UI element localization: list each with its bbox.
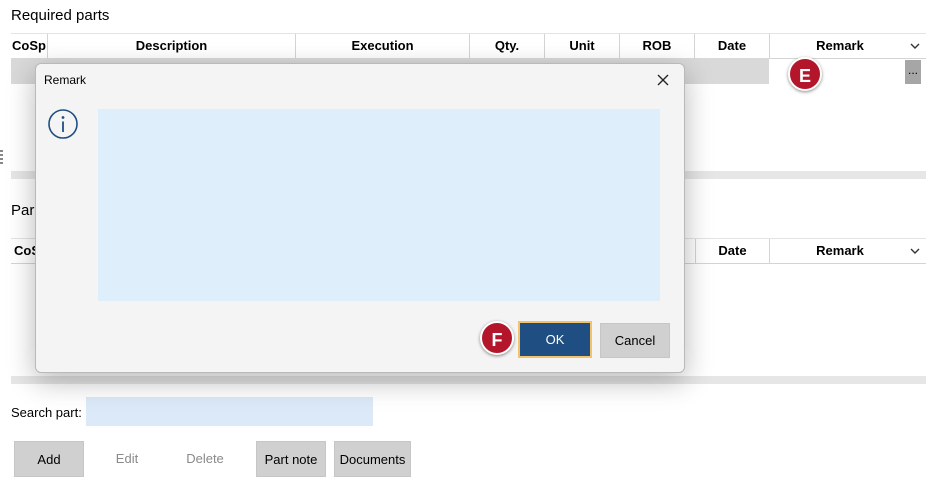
part-note-button[interactable]: Part note bbox=[256, 441, 326, 477]
splitter-grip-icon[interactable] bbox=[0, 150, 3, 164]
column-header-date[interactable]: Date bbox=[695, 239, 770, 263]
edit-button[interactable]: Edit bbox=[92, 441, 162, 477]
chevron-down-icon[interactable] bbox=[908, 39, 922, 53]
delete-button[interactable]: Delete bbox=[170, 441, 240, 477]
remark-text-area[interactable] bbox=[98, 109, 660, 301]
remark-dialog: Remark OK Cancel bbox=[35, 63, 685, 373]
remark-ellipsis-button[interactable]: ... bbox=[905, 60, 921, 84]
callout-badge-e: E bbox=[788, 57, 822, 91]
parts-section-title: Par bbox=[11, 202, 35, 219]
info-icon bbox=[48, 109, 78, 139]
search-part-label: Search part: bbox=[11, 405, 82, 420]
column-header-description[interactable]: Description bbox=[48, 34, 296, 58]
chevron-down-icon[interactable] bbox=[908, 244, 922, 258]
section-splitter[interactable] bbox=[11, 376, 926, 384]
required-parts-header: CoSp Description Execution Qty. Unit ROB… bbox=[11, 33, 926, 59]
column-header-rob[interactable]: ROB bbox=[620, 34, 695, 58]
column-header-unit[interactable]: Unit bbox=[545, 34, 620, 58]
column-header-remark[interactable]: Remark bbox=[770, 239, 910, 263]
column-header-date[interactable]: Date bbox=[695, 34, 770, 58]
column-header-qty[interactable]: Qty. bbox=[470, 34, 545, 58]
close-icon[interactable] bbox=[654, 71, 672, 89]
documents-button[interactable]: Documents bbox=[334, 441, 411, 477]
add-button[interactable]: Add bbox=[14, 441, 84, 477]
column-header-cosp[interactable]: CoSp bbox=[11, 34, 48, 58]
column-header-execution[interactable]: Execution bbox=[296, 34, 470, 58]
callout-badge-f: F bbox=[480, 321, 514, 355]
search-part-input[interactable] bbox=[86, 397, 373, 426]
column-header-remark[interactable]: Remark bbox=[770, 34, 910, 58]
dialog-title: Remark bbox=[44, 73, 87, 87]
cancel-button[interactable]: Cancel bbox=[600, 323, 670, 358]
required-parts-title: Required parts bbox=[11, 7, 110, 24]
ok-button[interactable]: OK bbox=[518, 321, 592, 358]
